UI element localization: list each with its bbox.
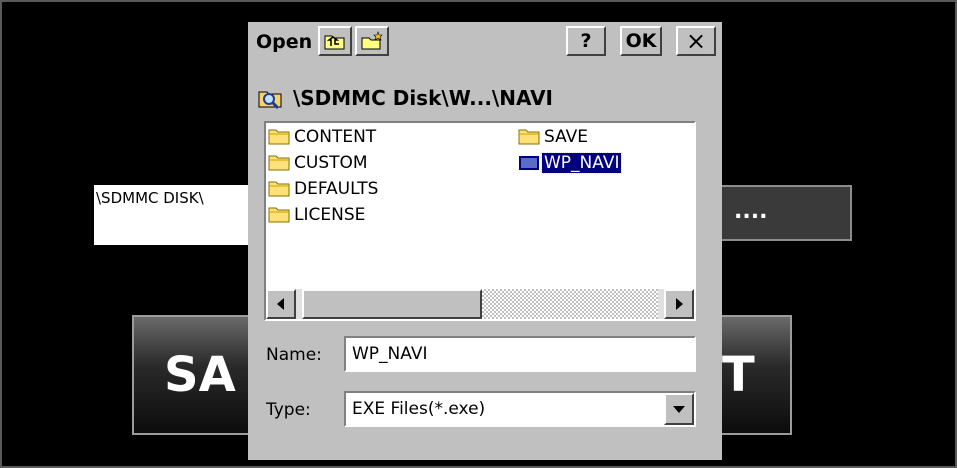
folder-icon <box>268 155 290 171</box>
name-label: Name: <box>266 345 322 365</box>
scroll-right-button[interactable] <box>664 289 694 319</box>
name-input[interactable]: WP_NAVI <box>344 336 696 372</box>
type-select-value: EXE Files(*.exe) <box>352 399 486 419</box>
list-item[interactable]: CONTENT <box>268 127 378 149</box>
exe-file-icon <box>519 156 539 170</box>
dialog-titlebar: Open ? OK × <box>248 22 722 60</box>
dialog-title: Open <box>256 31 313 53</box>
folder-icon <box>268 181 290 197</box>
arrow-left-icon <box>277 298 284 310</box>
new-folder-icon <box>361 31 383 50</box>
horizontal-scrollbar[interactable] <box>266 289 694 319</box>
ok-button[interactable]: OK <box>620 26 662 56</box>
background-path-field[interactable]: \SDMMC DISK\ <box>94 185 264 245</box>
current-path-text: \SDMMC Disk\W...\NAVI <box>292 86 553 110</box>
list-item[interactable]: LICENSE <box>268 205 367 227</box>
up-folder-button[interactable] <box>318 26 352 56</box>
scrollbar-track[interactable] <box>482 289 658 319</box>
up-folder-icon <box>324 35 345 50</box>
save-button-left-text: SA <box>164 347 236 403</box>
folder-search-icon <box>258 91 282 109</box>
chevron-down-icon <box>673 406 685 413</box>
help-button[interactable]: ? <box>566 26 606 56</box>
save-button-right-text: T <box>722 347 755 403</box>
current-path: \SDMMC Disk\W...\NAVI <box>258 86 553 110</box>
arrow-right-icon <box>676 298 683 310</box>
type-select[interactable]: EXE Files(*.exe) <box>344 391 696 427</box>
list-item[interactable]: SAVE <box>518 127 590 149</box>
list-item[interactable]: CUSTOM <box>268 153 370 175</box>
type-label: Type: <box>266 400 311 420</box>
scroll-left-button[interactable] <box>266 289 296 319</box>
file-list[interactable]: CONTENT CUSTOM DEFAULTS LICENSE SAVE WP_… <box>264 121 696 321</box>
type-dropdown-button[interactable] <box>664 393 694 425</box>
list-item[interactable]: DEFAULTS <box>268 179 380 201</box>
folder-icon <box>268 129 290 145</box>
scrollbar-thumb[interactable] <box>302 289 482 319</box>
list-item-selected[interactable]: WP_NAVI <box>518 152 623 175</box>
close-button[interactable]: × <box>676 26 716 56</box>
background-browse-button[interactable]: .... <box>702 185 852 241</box>
folder-icon <box>518 129 540 145</box>
open-file-dialog: Open ? OK × \SDMMC Disk\W...\NAVI CONTEN… <box>248 22 722 460</box>
new-folder-button[interactable] <box>355 26 389 56</box>
folder-icon <box>268 207 290 223</box>
